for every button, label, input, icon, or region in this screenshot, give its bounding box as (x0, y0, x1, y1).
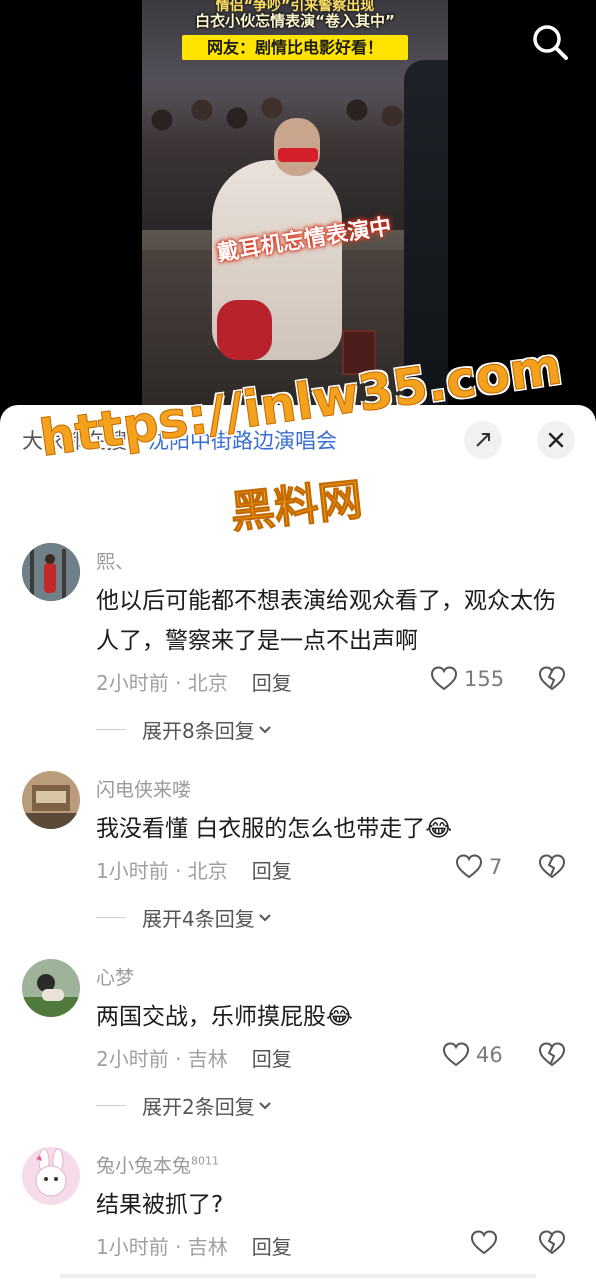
dislike-icon[interactable] (538, 665, 566, 693)
police-officer (404, 60, 448, 405)
search-icon[interactable] (528, 20, 572, 64)
reply-button[interactable]: 回复 (252, 671, 292, 695)
comment-text: 两国交战，乐师摸屁股😂 (96, 1004, 353, 1030)
close-button[interactable] (537, 421, 575, 459)
expand-replies-label: 展开4条回复 (142, 907, 255, 931)
username-suffix: 8011 (191, 1154, 220, 1168)
performer-head (274, 118, 320, 176)
like-count: 46 (476, 1043, 503, 1067)
comment-username[interactable]: 熙、 (96, 547, 134, 574)
expand-replies-button[interactable]: 展开2条回复 (96, 1091, 273, 1120)
chevron-down-icon (259, 725, 271, 733)
avatar-image (22, 771, 80, 829)
comment-meta: 1小时前 · 吉林 回复 (96, 1231, 292, 1260)
expand-sheet-button[interactable] (464, 421, 502, 459)
heart-icon (430, 666, 458, 691)
divider (96, 729, 126, 730)
dislike-icon[interactable] (538, 1229, 566, 1257)
divider (96, 917, 126, 918)
red-cloth (217, 300, 272, 360)
comment-meta: 2小时前 · 吉林 回复 (96, 1043, 292, 1072)
video-caption-highlight: 网友：剧情比电影好看！ (182, 35, 408, 60)
heart-icon (442, 1042, 470, 1067)
comment-item[interactable]: 闪电侠来喽 我没看懂 白衣服的怎么也带走了😂 1小时前 · 北京 回复 7 展开4… (0, 771, 596, 931)
video-frame[interactable]: 情侣“争吵”引来警察出现 白衣小伙忘情表演“卷入其中” 网友：剧情比电影好看！ … (142, 0, 448, 405)
video-caption-sub: 白衣小伙忘情表演“卷入其中” (195, 12, 395, 30)
comment-item[interactable]: 心梦 两国交战，乐师摸屁股😂 2小时前 · 吉林 回复 46 展开2条回复 (0, 959, 596, 1119)
dislike-icon[interactable] (538, 853, 566, 881)
comment-time-location: 2小时前 · 吉林 (96, 1047, 228, 1071)
divider (96, 1105, 126, 1106)
avatar[interactable] (22, 771, 80, 829)
like-button[interactable] (470, 1229, 498, 1257)
close-icon (548, 432, 564, 448)
search-suggestion[interactable]: 大家都在搜：沈阳中街路边演唱会 (22, 425, 337, 455)
comment-username[interactable]: 兔小兔本兔8011 (96, 1151, 219, 1178)
home-indicator (60, 1274, 536, 1278)
video-player[interactable]: 情侣“争吵”引来警察出现 白衣小伙忘情表演“卷入其中” 网友：剧情比电影好看！ … (0, 0, 596, 405)
heart-icon (455, 854, 483, 879)
comment-username[interactable]: 心梦 (96, 963, 134, 990)
comment-time-location: 1小时前 · 北京 (96, 859, 228, 883)
like-button[interactable]: 155 (430, 665, 504, 693)
comment-username-text: 兔小兔本兔 (96, 1155, 192, 1177)
like-button[interactable]: 46 (442, 1041, 503, 1069)
reply-button[interactable]: 回复 (252, 859, 292, 883)
comment-item[interactable]: 熙、 他以后可能都不想表演给观众看了，观众太伤人了，警察来了是一点不出声啊 2小… (0, 543, 596, 743)
expand-replies-button[interactable]: 展开8条回复 (96, 715, 273, 744)
expand-icon (476, 433, 490, 447)
reply-button[interactable]: 回复 (252, 1047, 292, 1071)
avatar-image (22, 1147, 80, 1205)
comment-time-location: 1小时前 · 吉林 (96, 1235, 228, 1259)
avatar[interactable] (22, 959, 80, 1017)
avatar-image (22, 959, 80, 1017)
comment-username[interactable]: 闪电侠来喽 (96, 775, 191, 802)
like-count: 7 (489, 855, 503, 879)
expand-replies-button[interactable]: 展开4条回复 (96, 903, 273, 932)
expand-replies-label: 展开2条回复 (142, 1095, 255, 1119)
avatar[interactable] (22, 543, 80, 601)
search-suggestion-prefix: 大家都在搜： (22, 429, 148, 453)
expand-replies-label: 展开8条回复 (142, 719, 255, 743)
comment-sheet: 大家都在搜：沈阳中街路边演唱会 熙、 他以后可能都不想表演给观众看了，观众太伤人… (0, 405, 596, 1280)
heart-icon (470, 1230, 498, 1255)
chevron-down-icon (259, 1101, 271, 1109)
comment-text: 我没看懂 白衣服的怎么也带走了😂 (96, 816, 453, 842)
comment-time-location: 2小时前 · 北京 (96, 671, 228, 695)
avatar-image (22, 543, 80, 601)
comment-meta: 1小时前 · 北京 回复 (96, 855, 292, 884)
dislike-icon[interactable] (538, 1041, 566, 1069)
comment-meta: 2小时前 · 北京 回复 (96, 667, 292, 696)
search-suggestion-link[interactable]: 沈阳中街路边演唱会 (148, 429, 337, 453)
chevron-down-icon (259, 913, 271, 921)
like-button[interactable]: 7 (455, 853, 502, 881)
blindfold (278, 148, 318, 162)
comment-text: 结果被抓了? (96, 1192, 224, 1218)
comment-text: 他以后可能都不想表演给观众看了，观众太伤人了，警察来了是一点不出声啊 (96, 588, 556, 654)
avatar[interactable] (22, 1147, 80, 1205)
reply-button[interactable]: 回复 (252, 1235, 292, 1259)
comment-item[interactable]: 兔小兔本兔8011 结果被抓了? 1小时前 · 吉林 回复 (0, 1147, 596, 1267)
like-count: 155 (464, 667, 505, 691)
speaker-box (342, 330, 376, 375)
